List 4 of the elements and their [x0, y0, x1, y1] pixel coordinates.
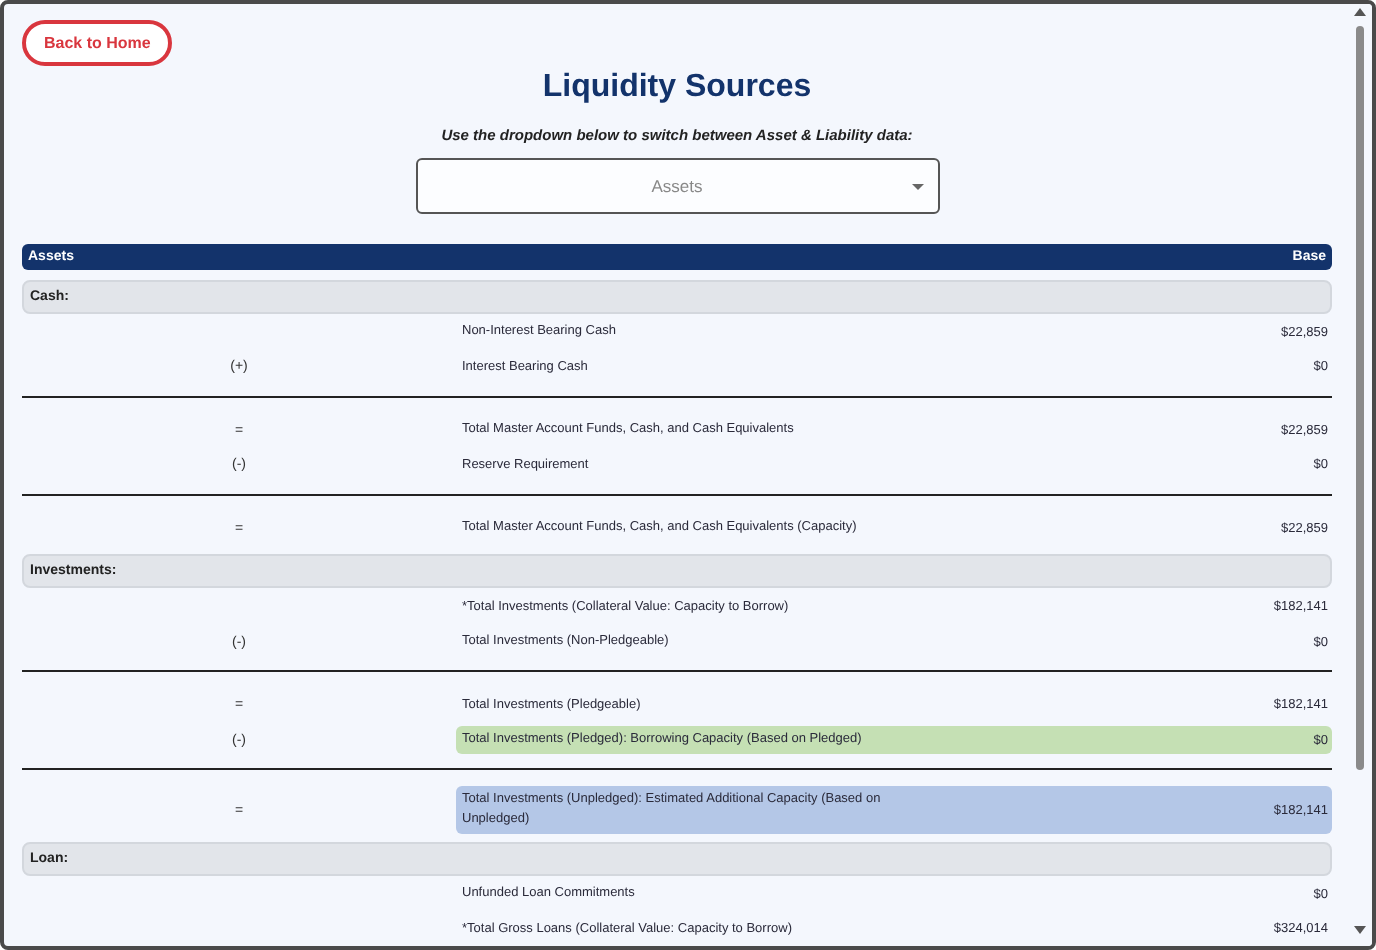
- data-dropdown[interactable]: Assets: [415, 158, 939, 214]
- back-to-home-button[interactable]: Back to Home: [22, 20, 173, 66]
- caret-icon: [911, 184, 923, 190]
- page-title: Liquidity Sources: [540, 70, 814, 106]
